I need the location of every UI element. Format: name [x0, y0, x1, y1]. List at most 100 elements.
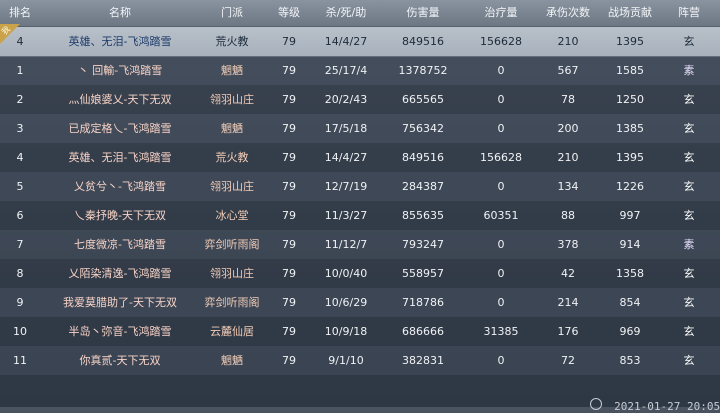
table-row[interactable]: 6 乀秦抒晚-天下无双 冰心堂 79 11/3/27 855635 60351 88 997 玄: [0, 201, 720, 230]
cell-damage: 665565: [402, 93, 444, 106]
table-row[interactable]: 11 你真贰-天下无双 魍魉 79 9/1/10 382831 0 72 853 玄: [0, 346, 720, 375]
table-row[interactable]: 4 英雄、无泪-飞鸿踏雪 荒火教 79 14/4/27 849516 156628 210 13…: [0, 143, 720, 172]
cell-rank: 1: [16, 64, 24, 77]
cell-sect: 弈剑听雨阁: [204, 296, 260, 309]
cell-sect: 荒火教: [215, 151, 249, 164]
cell-tank: 567: [557, 64, 579, 77]
cell-sect: 翎羽山庄: [210, 180, 254, 193]
header-kda[interactable]: 杀/死/助: [314, 0, 378, 26]
cell-damage: 849516: [402, 35, 444, 48]
cell-rank: 2: [16, 93, 24, 106]
cell-sect: 冰心堂: [215, 209, 249, 222]
header-camp[interactable]: 阵营: [658, 0, 720, 26]
cell-camp: 玄: [683, 93, 695, 106]
cell-rank: 10: [13, 325, 27, 338]
cell-rank: 6: [16, 209, 24, 222]
cell-tank: 378: [557, 238, 579, 251]
cell-camp: 玄: [683, 180, 695, 193]
cell-damage: 558957: [402, 267, 444, 280]
table-row[interactable]: 9 我爱莫腊助了-天下无双 弈剑听雨阁 79 10/6/29 718786 0 214 854 玄: [0, 288, 720, 317]
cell-name: 乀秦抒晚-天下无双: [74, 209, 166, 222]
cell-camp: 玄: [683, 325, 695, 338]
cell-damage: 718786: [402, 296, 444, 309]
self-row[interactable]: 4 英雄、无泪-飞鸿踏雪 荒火教 79 14/4/27 849516 156628 210 13…: [0, 27, 720, 57]
scoreboard: 排名 名称 门派 等级 杀/死/助 伤害量 治疗量 承伤次数 战场贡献 阵营 我…: [0, 0, 720, 413]
cell-sect: 翎羽山庄: [210, 267, 254, 280]
cell-name: 灬仙娘婆乂-天下无双: [68, 93, 172, 106]
header-contrib[interactable]: 战场贡献: [602, 0, 658, 26]
cell-camp: 玄: [683, 296, 695, 309]
table-row[interactable]: 7 七度微凉-飞鸿踏雪 弈剑听雨阁 79 11/12/7 793247 0 378 914 素: [0, 230, 720, 259]
cell-tank: 72: [561, 354, 575, 367]
table-row[interactable]: 3 已成定格乀-飞鸿踏雪 魍魉 79 17/5/18 756342 0 200 1385 玄: [0, 114, 720, 143]
cell-level: 79: [282, 35, 296, 48]
cell-rank: 3: [16, 122, 24, 135]
cell-level: 79: [282, 180, 296, 193]
cell-kda: 11/3/27: [324, 209, 368, 222]
cell-tank: 214: [557, 296, 579, 309]
cell-name: 你真贰-天下无双: [79, 354, 161, 367]
cell-sect: 魍魉: [221, 64, 243, 77]
table-row[interactable]: 5 乂贫兮丶-飞鸿踏雪 翎羽山庄 79 12/7/19 284387 0 134 1226 玄: [0, 172, 720, 201]
header-sect[interactable]: 门派: [200, 0, 264, 26]
cell-sect: 翎羽山庄: [210, 93, 254, 106]
cell-heal: 0: [497, 122, 505, 135]
cell-name: 乂贫兮丶-飞鸿踏雪: [74, 180, 166, 193]
table-row[interactable]: 10 半岛丶弥音-飞鸿踏雪 云麓仙居 79 10/9/18 686666 31385 176 9…: [0, 317, 720, 346]
cell-name: 乂陌染清逸-飞鸿踏雪: [68, 267, 172, 280]
header-damage[interactable]: 伤害量: [378, 0, 468, 26]
cell-damage: 1378752: [398, 64, 448, 77]
cell-kda: 10/9/18: [324, 325, 368, 338]
cell-name: 英雄、无泪-飞鸿踏雪: [68, 35, 172, 48]
header-heal[interactable]: 治疗量: [468, 0, 534, 26]
cell-tank: 176: [557, 325, 579, 338]
cell-contrib: 997: [619, 209, 641, 222]
cell-camp: 玄: [683, 354, 695, 367]
cell-name: 丶 回輸-飞鸿踏雪: [77, 64, 163, 77]
cell-contrib: 1358: [616, 267, 644, 280]
cell-rank: 4: [16, 151, 24, 164]
cell-contrib: 1385: [616, 122, 644, 135]
cell-kda: 14/4/27: [324, 151, 368, 164]
cell-contrib: 1585: [616, 64, 644, 77]
cell-rank: 9: [16, 296, 24, 309]
cell-contrib: 1395: [616, 151, 644, 164]
cell-sect: 魍魉: [221, 122, 243, 135]
cell-tank: 42: [561, 267, 575, 280]
cell-camp: 玄: [683, 35, 695, 48]
cell-camp: 玄: [683, 209, 695, 222]
cell-level: 79: [282, 93, 296, 106]
clock-icon: [590, 398, 602, 410]
cell-level: 79: [282, 296, 296, 309]
cell-name: 半岛丶弥音-飞鸿踏雪: [68, 325, 172, 338]
table-row[interactable]: 1 丶 回輸-飞鸿踏雪 魍魉 79 25/17/4 1378752 0 567 1585 素: [0, 56, 720, 85]
self-rank-badge: 我: [0, 24, 20, 46]
cell-level: 79: [282, 354, 296, 367]
cell-tank: 134: [557, 180, 579, 193]
cell-tank: 78: [561, 93, 575, 106]
cell-heal: 156628: [480, 35, 522, 48]
header-tank[interactable]: 承伤次数: [534, 0, 602, 26]
cell-level: 79: [282, 209, 296, 222]
cell-heal: 31385: [483, 325, 519, 338]
cell-contrib: 1226: [616, 180, 644, 193]
cell-damage: 793247: [402, 238, 444, 251]
cell-rank: 5: [16, 180, 24, 193]
cell-tank: 210: [557, 151, 579, 164]
cell-heal: 0: [497, 93, 505, 106]
cell-heal: 0: [497, 238, 505, 251]
cell-rank: 7: [16, 238, 24, 251]
table-header: 排名 名称 门派 等级 杀/死/助 伤害量 治疗量 承伤次数 战场贡献 阵营: [0, 0, 720, 27]
cell-camp: 玄: [683, 267, 695, 280]
cell-contrib: 1395: [616, 35, 644, 48]
cell-name: 七度微凉-飞鸿踏雪: [74, 238, 166, 251]
header-level[interactable]: 等级: [264, 0, 314, 26]
header-name[interactable]: 名称: [40, 0, 200, 26]
table-row[interactable]: 2 灬仙娘婆乂-天下无双 翎羽山庄 79 20/2/43 665565 0 78 1250 玄: [0, 85, 720, 114]
cell-camp: 玄: [683, 122, 695, 135]
table-row[interactable]: 8 乂陌染清逸-飞鸿踏雪 翎羽山庄 79 10/0/40 558957 0 42 1358 玄: [0, 259, 720, 288]
cell-tank: 200: [557, 122, 579, 135]
cell-heal: 0: [497, 64, 505, 77]
cell-kda: 17/5/18: [324, 122, 368, 135]
cell-camp: 素: [683, 64, 695, 77]
